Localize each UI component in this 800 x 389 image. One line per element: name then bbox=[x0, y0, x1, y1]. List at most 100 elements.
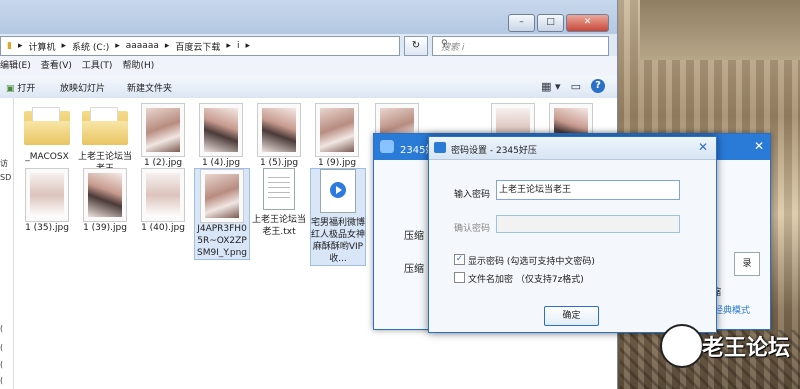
media-file-icon bbox=[320, 169, 356, 213]
file-item-macosx[interactable]: _MACOSX bbox=[20, 103, 74, 163]
image-thumbnail bbox=[199, 103, 243, 157]
password-label: 输入密码 bbox=[454, 190, 491, 200]
chevron-right-icon: ▸ bbox=[115, 41, 120, 51]
file-name: _MACOSX bbox=[25, 152, 69, 162]
menu-bar: 编辑(E) 查看(V) 工具(T) 帮助(H) bbox=[0, 56, 617, 76]
open-button[interactable]: ▣ 打开 bbox=[6, 81, 35, 94]
image-thumbnail bbox=[200, 169, 244, 223]
maximize-button[interactable]: □ bbox=[537, 14, 564, 32]
compress-label-2: 压缩 bbox=[404, 264, 424, 275]
new-folder-button[interactable]: 新建文件夹 bbox=[127, 81, 172, 94]
close-button[interactable]: ✕ bbox=[566, 14, 609, 32]
file-item-jpg[interactable]: 1 (5).jpg bbox=[252, 103, 306, 169]
dialog-titlebar: 密码设置 - 2345好压 ✕ bbox=[429, 137, 716, 160]
nav-item[interactable]: SD bbox=[0, 173, 11, 182]
dialog-body: 输入密码 上老王论坛当老王 确认密码 ✓ 显示密码 (勾选可支持中文密码) 文件… bbox=[429, 160, 716, 332]
breadcrumb-baidu[interactable]: 百度云下载 bbox=[175, 40, 220, 53]
file-item-txt[interactable]: 上老王论坛当老王.txt bbox=[252, 168, 306, 238]
ok-button[interactable]: 确定 bbox=[544, 306, 599, 326]
image-thumbnail bbox=[315, 103, 359, 157]
slideshow-button[interactable]: 放映幻灯片 bbox=[60, 81, 105, 94]
chevron-right-icon: ▸ bbox=[245, 41, 250, 51]
classic-mode-link[interactable]: 经典模式 bbox=[714, 303, 750, 316]
breadcrumb-drive[interactable]: 系统 (C:) bbox=[72, 40, 109, 53]
nav-item[interactable]: ( bbox=[0, 343, 3, 352]
folder-icon bbox=[82, 107, 128, 145]
text-file-icon bbox=[263, 168, 295, 210]
watermark-face-icon bbox=[660, 324, 704, 368]
watermark: 老王论坛 bbox=[660, 324, 800, 389]
file-item-jpg[interactable]: 1 (40).jpg bbox=[136, 168, 190, 234]
breadcrumb-aaaaaa[interactable]: aaaaaa bbox=[126, 41, 159, 51]
address-bar[interactable]: ▮ ▸ 计算机 ▸ 系统 (C:) ▸ aaaaaa ▸ 百度云下载 ▸ i ▸ bbox=[0, 36, 400, 56]
image-thumbnail bbox=[141, 168, 185, 222]
password-dialog: 密码设置 - 2345好压 ✕ 输入密码 上老王论坛当老王 确认密码 ✓ 显示密… bbox=[428, 136, 717, 333]
preview-pane-icon[interactable]: ▭ bbox=[571, 80, 581, 93]
file-item-folder-laowang[interactable]: 上老王论坛当老王 bbox=[78, 103, 132, 175]
file-item-jpg[interactable]: 1 (39).jpg bbox=[78, 168, 132, 234]
confirm-password-input[interactable] bbox=[496, 215, 680, 233]
chevron-right-icon: ▸ bbox=[61, 41, 67, 51]
show-password-label: 显示密码 (勾选可支持中文密码) bbox=[468, 257, 595, 267]
nav-item[interactable]: 访 bbox=[0, 158, 8, 169]
view-controls: ▦ ▾ ▭ ? bbox=[531, 79, 605, 93]
image-thumbnail bbox=[83, 168, 127, 222]
haozip-logo-icon bbox=[380, 140, 394, 153]
file-name: 1 (35).jpg bbox=[25, 223, 69, 233]
image-thumbnail bbox=[25, 168, 69, 222]
file-item-video[interactable]: 宅男福利微博红人极品女神麻酥酥哟VIP收... bbox=[310, 168, 366, 266]
file-name: 上老王论坛当老王.txt bbox=[252, 215, 307, 237]
file-item-jpg[interactable]: 1 (9).jpg bbox=[310, 103, 364, 169]
menu-help[interactable]: 帮助(H) bbox=[122, 56, 154, 76]
breadcrumb-computer[interactable]: 计算机 bbox=[28, 40, 55, 53]
minimize-button[interactable]: – bbox=[508, 14, 535, 32]
close-icon[interactable]: ✕ bbox=[698, 140, 708, 154]
breadcrumb-i[interactable]: i bbox=[237, 41, 240, 51]
show-password-checkbox[interactable]: ✓ bbox=[454, 254, 465, 265]
file-name: 1 (40).jpg bbox=[141, 223, 185, 233]
folder-icon: ▮ bbox=[7, 41, 12, 51]
help-icon[interactable]: ? bbox=[591, 79, 605, 93]
view-options-icon[interactable]: ▦ ▾ bbox=[541, 80, 560, 93]
navigation-pane[interactable]: 访 SD ( ( ( ( bbox=[0, 98, 14, 389]
menu-edit[interactable]: 编辑(E) bbox=[0, 56, 31, 76]
browse-button[interactable]: 录 bbox=[734, 252, 760, 276]
explorer-titlebar: – □ ✕ bbox=[0, 0, 617, 34]
nav-item[interactable]: ( bbox=[0, 360, 3, 369]
nav-item[interactable]: ( bbox=[0, 324, 3, 333]
chevron-right-icon: ▸ bbox=[17, 41, 23, 51]
close-icon[interactable]: ✕ bbox=[754, 139, 764, 153]
watermark-text: 老王论坛 bbox=[702, 336, 791, 361]
password-value: 上老王论坛当老王 bbox=[499, 185, 572, 195]
haozip-logo-icon bbox=[434, 142, 446, 153]
image-thumbnail bbox=[257, 103, 301, 157]
open-icon: ▣ bbox=[6, 84, 15, 94]
confirm-password-label: 确认密码 bbox=[454, 224, 491, 234]
address-bar-row: ▮ ▸ 计算机 ▸ 系统 (C:) ▸ aaaaaa ▸ 百度云下载 ▸ i ▸… bbox=[0, 34, 617, 56]
menu-tools[interactable]: 工具(T) bbox=[82, 56, 113, 76]
image-thumbnail bbox=[141, 103, 185, 157]
file-name: J4APR3FH05R~OX2ZPSM9I_Y.png bbox=[196, 224, 248, 258]
file-item-jpg[interactable]: 1 (4).jpg bbox=[194, 103, 248, 169]
window-controls: – □ ✕ bbox=[506, 14, 609, 32]
file-item-jpg[interactable]: 1 (35).jpg bbox=[20, 168, 74, 234]
password-input[interactable]: 上老王论坛当老王 bbox=[496, 180, 680, 200]
nav-item[interactable]: ( bbox=[0, 376, 3, 385]
refresh-button[interactable]: ↻ bbox=[404, 36, 428, 56]
compress-label: 压缩 bbox=[404, 231, 424, 242]
chevron-right-icon: ▸ bbox=[164, 41, 170, 51]
search-icon[interactable]: ⚲ bbox=[441, 39, 604, 49]
file-item-png[interactable]: J4APR3FH05R~OX2ZPSM9I_Y.png bbox=[194, 168, 250, 260]
file-name: 1 (39).jpg bbox=[83, 223, 127, 233]
file-name: 宅男福利微博红人极品女神麻酥酥哟VIP收... bbox=[311, 218, 366, 264]
menu-view[interactable]: 查看(V) bbox=[41, 56, 72, 76]
command-bar: ▣ 打开 放映幻灯片 新建文件夹 ▦ ▾ ▭ ? bbox=[0, 76, 617, 99]
dialog-title: 密码设置 - 2345好压 bbox=[451, 146, 537, 156]
chevron-right-icon: ▸ bbox=[226, 41, 231, 51]
search-input[interactable]: 搜索 i ⚲ bbox=[432, 36, 609, 56]
encrypt-filenames-checkbox[interactable] bbox=[454, 272, 465, 283]
file-item-jpg[interactable]: 1 (2).jpg bbox=[136, 103, 190, 169]
open-label: 打开 bbox=[17, 84, 36, 94]
encrypt-filenames-label: 文件名加密 （仅支持7z格式) bbox=[468, 275, 584, 285]
folder-icon bbox=[24, 107, 70, 145]
